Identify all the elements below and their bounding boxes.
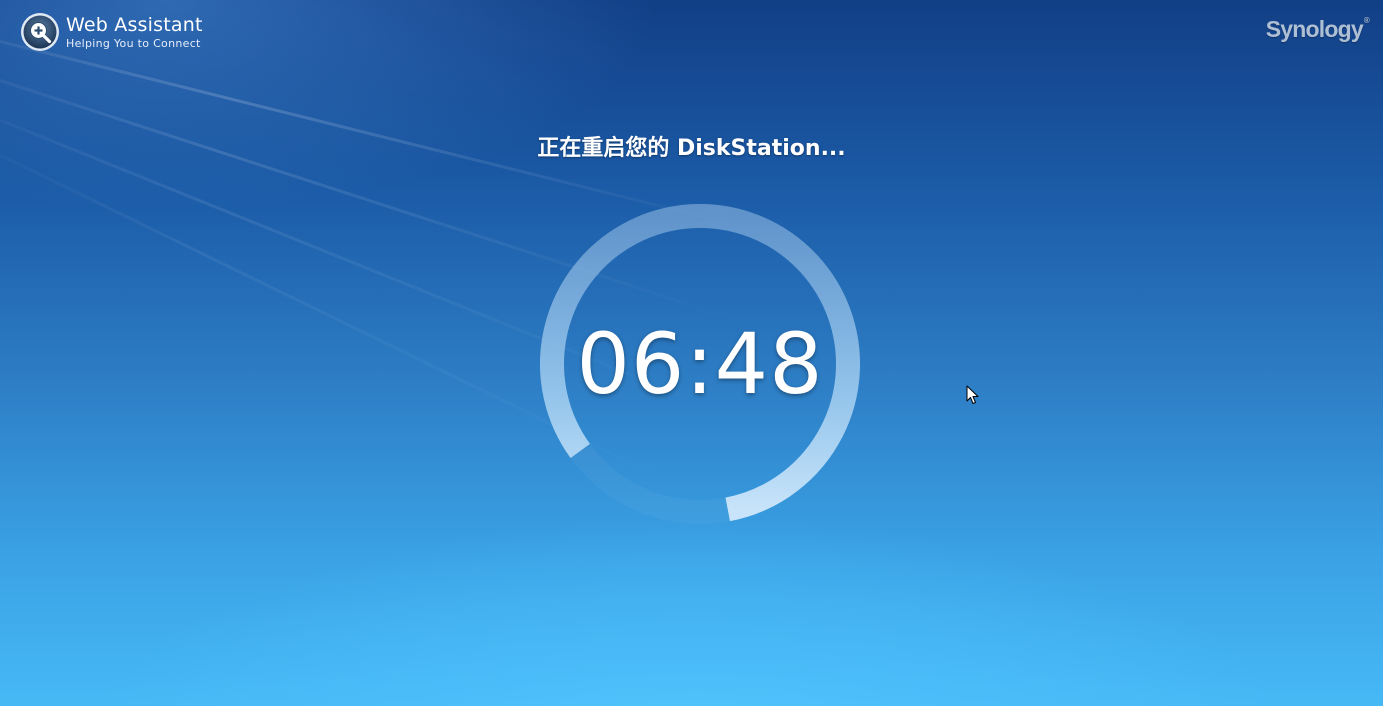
app-brand: Web Assistant Helping You to Connect — [20, 12, 203, 52]
app-subtitle: Helping You to Connect — [66, 36, 201, 50]
magnifier-plus-icon — [21, 13, 59, 51]
synology-logo: Synology® — [1265, 16, 1370, 43]
vendor-logo-text: Synology — [1265, 16, 1364, 42]
restart-status-heading: 正在重启您的 DiskStation... — [537, 136, 846, 161]
countdown-timer: 06:48 — [576, 315, 824, 413]
registered-mark: ® — [1363, 16, 1370, 25]
mouse-pointer-icon — [966, 385, 979, 404]
app-title: Web Assistant — [66, 13, 203, 36]
